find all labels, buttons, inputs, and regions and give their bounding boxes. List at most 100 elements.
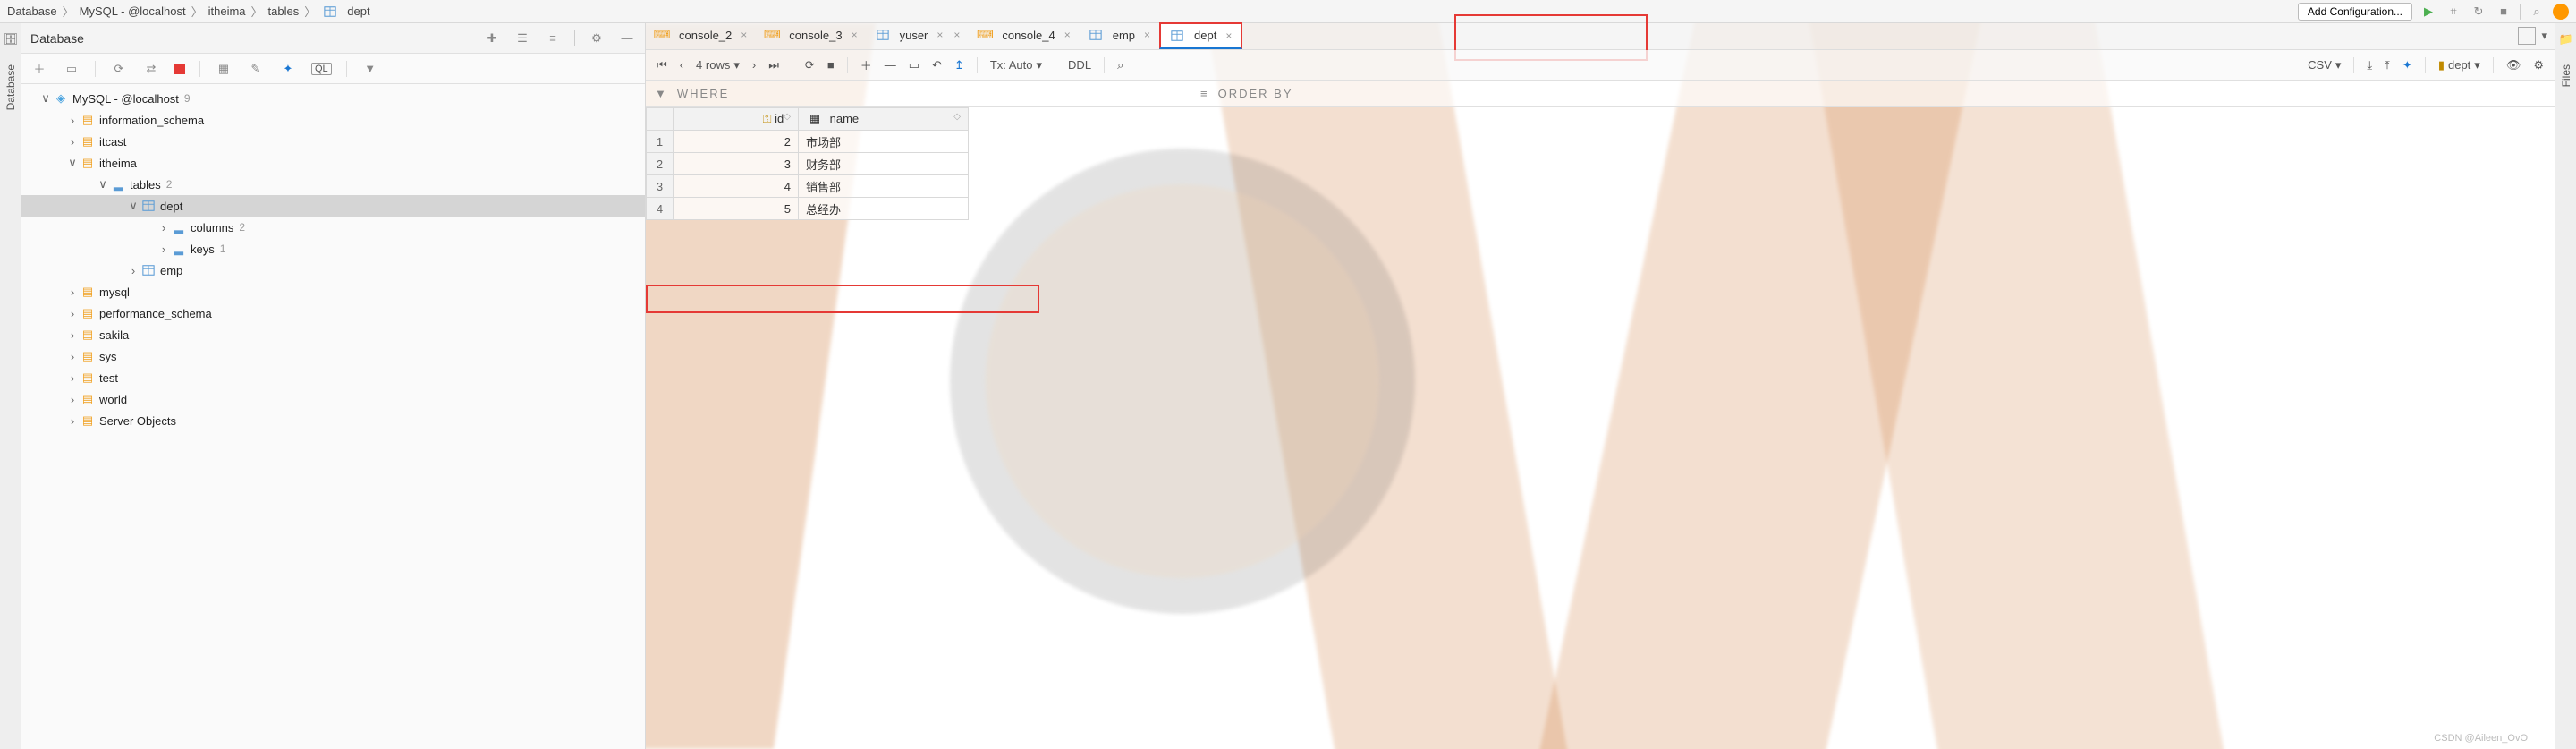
import-icon[interactable]: ⤒ bbox=[2385, 58, 2390, 72]
tree-columns-folder[interactable]: › ▂ columns 2 bbox=[21, 217, 645, 238]
files-rail-label[interactable]: Files bbox=[2560, 64, 2572, 87]
tree-table-emp[interactable]: › emp bbox=[21, 260, 645, 281]
add-row-icon[interactable]: ＋ bbox=[860, 56, 872, 73]
tab-yuser[interactable]: yuser× bbox=[867, 22, 953, 49]
collapse-icon[interactable]: ☰ bbox=[513, 30, 531, 47]
next-page-icon[interactable]: › bbox=[752, 58, 756, 72]
tree-schema[interactable]: ›▤sakila bbox=[21, 324, 645, 345]
tree-schema[interactable]: ›▤world bbox=[21, 388, 645, 410]
csv-dropdown[interactable]: CSV▾ bbox=[2308, 58, 2341, 72]
row-number[interactable]: 4 bbox=[647, 198, 674, 220]
layout-cell-icon[interactable] bbox=[2518, 27, 2536, 45]
database-rail-label[interactable]: Database bbox=[4, 64, 17, 110]
refresh-icon[interactable]: ⟳ bbox=[110, 60, 128, 78]
close-icon[interactable]: × bbox=[1064, 29, 1071, 41]
ddl-button[interactable]: DDL bbox=[1068, 58, 1091, 72]
orderby-filter[interactable]: ≡ ORDER BY bbox=[1191, 81, 2555, 106]
row-number[interactable]: 3 bbox=[647, 175, 674, 198]
revert-icon[interactable]: ↶ bbox=[932, 58, 942, 72]
crumb-4[interactable]: dept bbox=[347, 4, 369, 18]
search-icon[interactable]: ⌕ bbox=[2528, 3, 2546, 21]
close-icon[interactable]: × bbox=[936, 29, 943, 41]
tree-keys-folder[interactable]: › ▂ keys 1 bbox=[21, 238, 645, 260]
row-number[interactable]: 1 bbox=[647, 131, 674, 153]
tab-separator-close[interactable]: × bbox=[952, 22, 969, 49]
remove-row-icon[interactable]: — bbox=[885, 58, 896, 72]
close-icon[interactable]: × bbox=[953, 29, 960, 41]
dump-icon[interactable]: ✦ bbox=[2402, 58, 2412, 72]
run-icon[interactable]: ▶ bbox=[2419, 3, 2437, 21]
reload-icon[interactable]: ⟳ bbox=[805, 58, 815, 72]
table-row[interactable]: 12市场部 bbox=[647, 131, 969, 153]
close-icon[interactable]: × bbox=[852, 29, 858, 41]
tab-console-3[interactable]: ⌨console_3× bbox=[756, 22, 866, 49]
tree-schema[interactable]: › ▤ information_schema bbox=[21, 109, 645, 131]
filter-icon[interactable]: ▼ bbox=[361, 60, 379, 78]
close-icon[interactable]: × bbox=[1225, 30, 1232, 42]
database-tree[interactable]: ∨ ◈ MySQL - @localhost 9 › ▤ information… bbox=[21, 84, 645, 749]
edit-icon[interactable]: ✎ bbox=[247, 60, 265, 78]
files-rail-icon[interactable]: 📁 bbox=[2559, 32, 2573, 47]
search-icon[interactable]: ⌕ bbox=[1117, 58, 1123, 72]
updates-icon[interactable] bbox=[2553, 4, 2569, 20]
tree-table-dept[interactable]: ∨ dept bbox=[21, 195, 645, 217]
cell-id[interactable]: 4 bbox=[674, 175, 799, 198]
tree-schema[interactable]: ›▤sys bbox=[21, 345, 645, 367]
settings-icon[interactable]: ⚙ bbox=[588, 30, 606, 47]
data-grid[interactable]: ⚿ id◇ ▦ name◇ 12市场部 23财务部 34销售部 45总经办 bbox=[646, 107, 969, 220]
rows-dropdown[interactable]: 4 rows▾ bbox=[696, 58, 740, 72]
table-row[interactable]: 34销售部 bbox=[647, 175, 969, 198]
row-number[interactable]: 2 bbox=[647, 153, 674, 175]
tree-schema[interactable]: ›▤test bbox=[21, 367, 645, 388]
stack-icon[interactable]: ≡ bbox=[544, 30, 562, 47]
settings-icon[interactable]: ⚙ bbox=[2533, 58, 2544, 72]
view-icon[interactable]: 👁 bbox=[2506, 58, 2521, 72]
stop-icon[interactable]: ■ bbox=[2495, 3, 2512, 21]
last-page-icon[interactable]: ⏭ bbox=[768, 58, 779, 72]
first-page-icon[interactable]: ⏮ bbox=[657, 58, 667, 72]
tab-dept[interactable]: dept× bbox=[1159, 22, 1242, 49]
export-icon[interactable]: ⤓ bbox=[2367, 58, 2372, 72]
rerun-icon[interactable]: ↻ bbox=[2470, 3, 2487, 21]
prev-page-icon[interactable]: ‹ bbox=[680, 58, 683, 72]
tree-schema[interactable]: ›▤performance_schema bbox=[21, 302, 645, 324]
cell-name[interactable]: 财务部 bbox=[799, 153, 969, 175]
grid-corner[interactable] bbox=[647, 108, 674, 131]
jump-icon[interactable]: ✦ bbox=[279, 60, 297, 78]
tab-emp[interactable]: emp× bbox=[1080, 22, 1159, 49]
new-icon[interactable]: ✚ bbox=[483, 30, 501, 47]
tx-dropdown[interactable]: Tx: Auto▾ bbox=[990, 58, 1042, 72]
tree-schema[interactable]: ∨ ▤ itheima bbox=[21, 152, 645, 174]
close-icon[interactable]: × bbox=[741, 29, 747, 41]
tab-console-4[interactable]: ⌨console_4× bbox=[969, 22, 1079, 49]
debug-icon[interactable]: ⌗ bbox=[2445, 3, 2462, 21]
minimize-icon[interactable]: — bbox=[618, 30, 636, 47]
cell-id[interactable]: 2 bbox=[674, 131, 799, 153]
tree-schema[interactable]: › ▤ itcast bbox=[21, 131, 645, 152]
close-icon[interactable]: × bbox=[1144, 29, 1150, 41]
cell-name[interactable]: 市场部 bbox=[799, 131, 969, 153]
chevron-down-icon[interactable]: ▾ bbox=[2541, 29, 2547, 43]
crumb-0[interactable]: Database bbox=[7, 4, 57, 18]
tree-schema[interactable]: ›▤mysql bbox=[21, 281, 645, 302]
column-header-name[interactable]: ▦ name◇ bbox=[799, 108, 969, 131]
cell-name[interactable]: 总经办 bbox=[799, 198, 969, 220]
clone-row-icon[interactable]: ▭ bbox=[909, 58, 919, 72]
commit-icon[interactable]: ↥ bbox=[954, 58, 964, 72]
cell-name[interactable]: 销售部 bbox=[799, 175, 969, 198]
column-header-id[interactable]: ⚿ id◇ bbox=[674, 108, 799, 131]
tree-server-objects[interactable]: ›▤Server Objects bbox=[21, 410, 645, 431]
table-row[interactable]: 23财务部 bbox=[647, 153, 969, 175]
sql-icon[interactable]: QL bbox=[311, 63, 332, 75]
cell-id[interactable]: 3 bbox=[674, 153, 799, 175]
stop-icon[interactable]: ■ bbox=[827, 58, 835, 72]
context-dropdown[interactable]: ▮dept▾ bbox=[2438, 58, 2480, 72]
grid-icon[interactable]: ▦ bbox=[215, 60, 233, 78]
copy-icon[interactable]: ▭ bbox=[63, 60, 80, 78]
crumb-2[interactable]: itheima bbox=[208, 4, 246, 18]
crumb-1[interactable]: MySQL - @localhost bbox=[80, 4, 186, 18]
sync-icon[interactable]: ⇄ bbox=[142, 60, 160, 78]
tab-console-2[interactable]: ⌨console_2× bbox=[646, 22, 756, 49]
cell-id[interactable]: 5 bbox=[674, 198, 799, 220]
stop-icon[interactable] bbox=[174, 64, 185, 74]
